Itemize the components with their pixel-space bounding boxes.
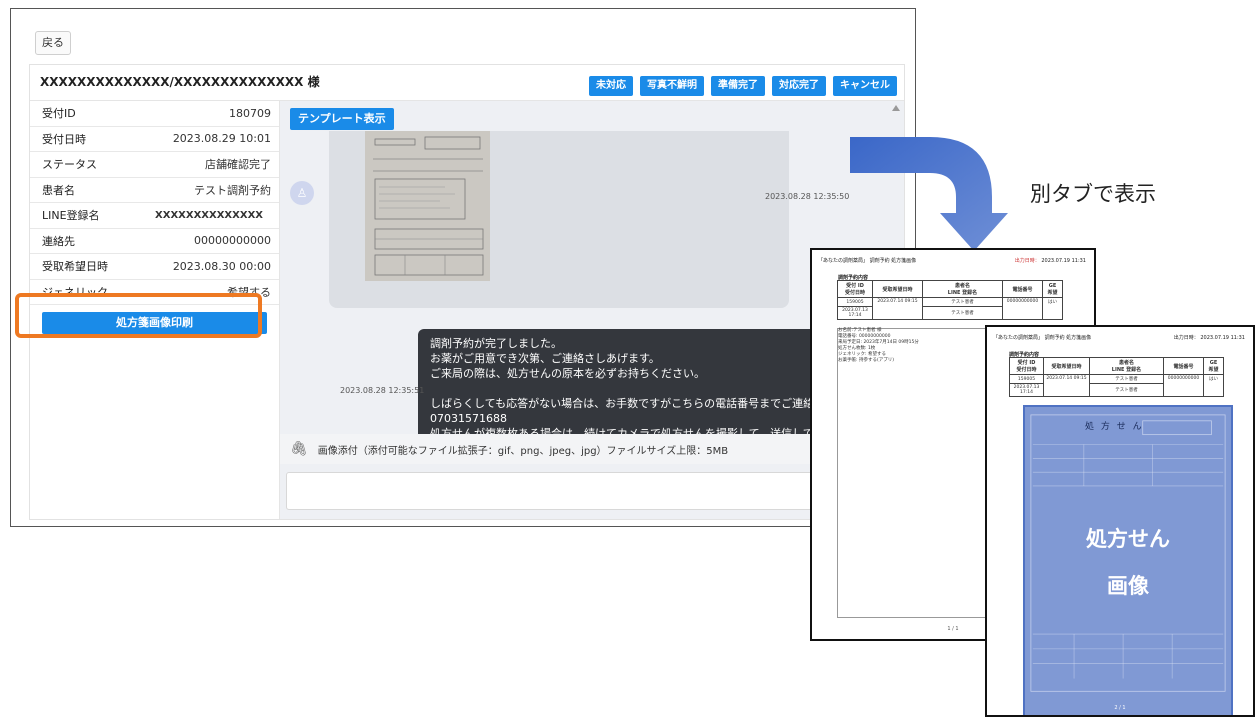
table-cell: テスト患者 bbox=[1089, 383, 1164, 397]
table-header-row: 受付 ID 受付日時 受取希望日時 患者名 LINE 登録名 電話番号 GE 希… bbox=[1009, 357, 1224, 375]
doc-date: 出力日時： 2023.07.19 11:31 bbox=[1174, 334, 1245, 341]
info-row-contact: 連絡先 00000000000 bbox=[30, 229, 279, 254]
info-value: テスト調剤予約 bbox=[194, 183, 271, 197]
app-window: 戻る XXXXXXXXXXXXXX/XXXXXXXXXXXXXX 様 未対応 写… bbox=[10, 8, 916, 527]
status-actions: 未対応 写真不鮮明 準備完了 対応完了 キャンセル bbox=[589, 76, 897, 96]
cancel-button[interactable]: キャンセル bbox=[833, 76, 897, 96]
info-value: 00000000000 bbox=[194, 234, 271, 248]
doc-date-label: 出力日時： bbox=[1014, 258, 1040, 264]
message-input[interactable] bbox=[286, 472, 894, 510]
info-label: LINE登録名 bbox=[42, 209, 100, 223]
reply-line: 07031571688 bbox=[430, 412, 507, 425]
info-label: 連絡先 bbox=[42, 234, 75, 248]
table-header: 患者名 LINE 登録名 bbox=[1089, 357, 1164, 375]
info-label: 受付日時 bbox=[42, 132, 86, 146]
reply-line bbox=[430, 381, 838, 396]
table-header: 患者名 LINE 登録名 bbox=[922, 280, 1003, 298]
doc-date-value: 2023.07.19 11:31 bbox=[1041, 258, 1086, 264]
show-template-button[interactable]: テンプレート表示 bbox=[290, 108, 394, 130]
prescription-label-line2: 画像 bbox=[1107, 574, 1149, 598]
status-done-button[interactable]: 対応完了 bbox=[772, 76, 826, 96]
panel-header: XXXXXXXXXXXXXX/XXXXXXXXXXXXXX 様 未対応 写真不鮮… bbox=[30, 65, 904, 101]
doc-title: 「あなたの調剤薬局」 調剤予約 処方箋画像 bbox=[993, 335, 1092, 341]
info-value: 2023.08.30 00:00 bbox=[172, 259, 271, 273]
info-label: 受取希望日時 bbox=[42, 260, 108, 274]
prescription-image-overlay: 処 方 せ ん 処方せん 画像 bbox=[1023, 405, 1233, 715]
reply-line: お薬がご用意でき次第、ご連絡さしあげます。 bbox=[430, 352, 660, 365]
scroll-up-icon[interactable] bbox=[892, 105, 900, 111]
table-header: 受付 ID 受付日時 bbox=[837, 280, 873, 298]
table-header: GE 希望 bbox=[1042, 280, 1063, 298]
info-row-pickup-datetime: 受取希望日時 2023.08.30 00:00 bbox=[30, 254, 279, 280]
table-cell: 2023.07.13 17:14 bbox=[1009, 383, 1044, 397]
highlight-frame bbox=[15, 293, 262, 338]
table-header: 受付 ID 受付日時 bbox=[1009, 357, 1044, 375]
table-cell: 2023.07.14 09:15 bbox=[872, 297, 923, 320]
reply-line: しばらくしても応答がない場合は、お手数ですがこちらの電話番号までご連絡ください。 bbox=[430, 397, 838, 410]
message-timestamp: 2023.08.28 12:35:50 bbox=[765, 192, 850, 201]
doc-title: 「あなたの調剤薬局」 調剤予約 処方箋画像 bbox=[818, 258, 917, 264]
reservation-panel: XXXXXXXXXXXXXX/XXXXXXXXXXXXXX 様 未対応 写真不鮮… bbox=[29, 64, 905, 520]
doc-reservation-table: 受付 ID 受付日時 受取希望日時 患者名 LINE 登録名 電話番号 GE 希… bbox=[1009, 357, 1224, 397]
reply-line: 調剤予約が完了しました。 bbox=[430, 337, 562, 350]
curved-arrow-icon bbox=[850, 137, 1008, 251]
table-cell: テスト患者 bbox=[922, 306, 1003, 320]
info-label: ステータス bbox=[42, 158, 97, 172]
status-ready-button[interactable]: 準備完了 bbox=[711, 76, 765, 96]
prescription-label-line1: 処方せん bbox=[1086, 527, 1170, 551]
table-header-row: 受付 ID 受付日時 受取希望日時 患者名 LINE 登録名 電話番号 GE 希… bbox=[837, 280, 1063, 298]
doc-date-value: 2023.07.19 11:31 bbox=[1200, 335, 1245, 341]
paperclip-icon[interactable]: 🖇 bbox=[290, 441, 308, 457]
table-cell: 00000000000 bbox=[1002, 297, 1043, 320]
table-header: 受取希望日時 bbox=[872, 280, 923, 298]
info-value: XXXXXXXXXXXXXX bbox=[155, 209, 263, 221]
info-value: 180709 bbox=[229, 106, 271, 120]
info-label: 受付ID bbox=[42, 107, 76, 121]
caption-open-in-new-tab: 別タブで表示 bbox=[1030, 182, 1156, 206]
table-cell: 159005 bbox=[1009, 374, 1044, 384]
table-header: 電話番号 bbox=[1002, 280, 1043, 298]
prescription-photo[interactable] bbox=[365, 131, 490, 281]
info-value: 2023.08.29 10:01 bbox=[172, 132, 271, 146]
patient-name: XXXXXXXXXXXXXX/XXXXXXXXXXXXXX 様 bbox=[40, 75, 320, 89]
reply-line: 処方せんが複数枚ある場合は、続けてカメラで処方せんを撮影して、送信してください。 bbox=[430, 427, 838, 434]
info-row-patient-name: 患者名 テスト調剤予約 bbox=[30, 178, 279, 203]
table-header: GE 希望 bbox=[1203, 357, 1224, 375]
attach-instructions: 画像添付（添付可能なファイル拡張子：gif、png、jpeg、jpg）ファイルサ… bbox=[317, 445, 729, 457]
print-preview-page-2: 「あなたの調剤薬局」 調剤予約 処方箋画像 出力日時： 2023.07.19 1… bbox=[985, 325, 1255, 717]
info-row-status: ステータス 店舗確認完了 bbox=[30, 152, 279, 178]
table-row: 159005 2023.07.14 09:15 テスト患者 0000000000… bbox=[1009, 374, 1224, 397]
table-cell: はい bbox=[1042, 297, 1063, 320]
table-header: 電話番号 bbox=[1163, 357, 1204, 375]
info-value: 店舗確認完了 bbox=[205, 158, 271, 172]
doc-date: 出力日時： 2023.07.19 11:31 bbox=[1015, 257, 1086, 264]
doc-date-label: 出力日時： bbox=[1173, 335, 1199, 341]
info-label: 患者名 bbox=[42, 183, 75, 197]
table-cell: テスト患者 bbox=[1089, 374, 1164, 384]
status-unhandled-button[interactable]: 未対応 bbox=[589, 76, 633, 96]
table-cell: はい bbox=[1203, 374, 1224, 397]
doc-reservation-notes: お名前:テスト患者 様 電話番号: 00000000000 来局予定日: 202… bbox=[838, 328, 919, 363]
doc-reservation-table: 受付 ID 受付日時 受取希望日時 患者名 LINE 登録名 電話番号 GE 希… bbox=[837, 280, 1063, 320]
table-cell: テスト患者 bbox=[922, 297, 1003, 307]
doc-page-number: 2 / 1 bbox=[1114, 705, 1126, 711]
prescription-form-graphic bbox=[1030, 414, 1226, 692]
user-avatar-icon: ♙ bbox=[290, 181, 314, 205]
status-photo-unclear-button[interactable]: 写真不鮮明 bbox=[640, 76, 704, 96]
table-cell: 159005 bbox=[837, 297, 873, 307]
info-row-reception-id: 受付ID 180709 bbox=[30, 101, 279, 127]
table-cell: 2023.07.13 17:14 bbox=[837, 306, 873, 320]
reply-line: ご来局の際は、処方せんの原本を必ずお持ちください。 bbox=[430, 367, 705, 380]
back-button[interactable]: 戻る bbox=[35, 31, 71, 55]
prescription-heading: 処 方 せ ん bbox=[1085, 422, 1144, 432]
table-cell: 00000000000 bbox=[1163, 374, 1204, 397]
message-timestamp: 2023.08.28 12:35:51 bbox=[340, 386, 425, 395]
reply-message-bubble: 調剤予約が完了しました。 お薬がご用意でき次第、ご連絡さしあげます。 ご来局の際… bbox=[418, 329, 838, 434]
table-header: 受取希望日時 bbox=[1043, 357, 1090, 375]
table-row: 159005 2023.07.14 09:15 テスト患者 0000000000… bbox=[837, 297, 1063, 320]
table-cell: 2023.07.14 09:15 bbox=[1043, 374, 1090, 397]
info-row-reception-datetime: 受付日時 2023.08.29 10:01 bbox=[30, 127, 279, 152]
info-row-line-name: LINE登録名 XXXXXXXXXXXXXX bbox=[30, 203, 279, 229]
